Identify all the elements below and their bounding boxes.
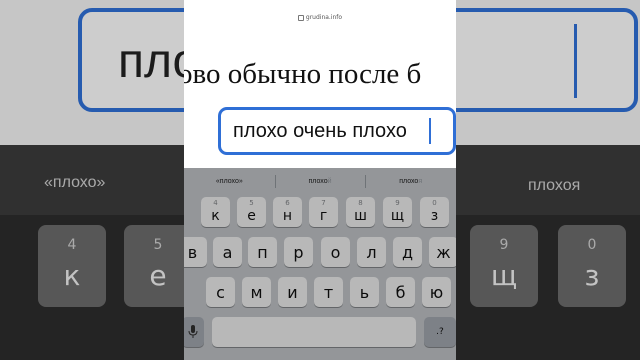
suggestion-3[interactable]: плохоя xyxy=(365,168,456,195)
keyboard-row-1: 4к 5е 6н 7г 8ш 9щ 0з xyxy=(184,197,456,227)
key[interactable]: 7г xyxy=(309,197,338,227)
key[interactable]: т xyxy=(314,277,343,307)
key[interactable]: с xyxy=(206,277,235,307)
key[interactable]: л xyxy=(357,237,386,267)
lock-icon xyxy=(297,14,304,21)
microphone-icon xyxy=(188,325,198,338)
space-bar[interactable] xyxy=(212,317,416,347)
key[interactable]: р xyxy=(284,237,313,267)
key[interactable]: ь xyxy=(350,277,379,307)
suggestion-bar: «плохо» плохой плохоя xyxy=(184,168,456,195)
suggestion-2[interactable]: плохой xyxy=(274,168,366,195)
key[interactable]: м xyxy=(242,277,271,307)
key[interactable]: о xyxy=(321,237,350,267)
keyboard-row-3: с м и т ь б ю xyxy=(184,277,456,307)
text-input-field[interactable]: плохо очень плохо xyxy=(218,107,456,155)
on-screen-keyboard: «плохо» плохой плохоя 4к 5е 6н 7г 8ш 9щ … xyxy=(184,168,456,360)
key[interactable]: ж xyxy=(429,237,456,267)
key[interactable]: а xyxy=(213,237,242,267)
key[interactable]: 8ш xyxy=(346,197,375,227)
suggestion-1[interactable]: «плохо» xyxy=(184,168,275,195)
phone-screen: grudina.info ово обычно после б плохо оч… xyxy=(184,0,456,360)
address-bar[interactable]: grudina.info xyxy=(184,0,456,26)
url-domain: grudina.info xyxy=(305,14,343,21)
text-caret xyxy=(429,118,431,144)
key[interactable]: 6н xyxy=(273,197,302,227)
input-value: плохо очень плохо xyxy=(233,120,407,142)
key[interactable]: и xyxy=(278,277,307,307)
key[interactable]: 4к xyxy=(201,197,230,227)
keyboard-row-4: .? xyxy=(184,317,456,347)
key[interactable]: 0з xyxy=(420,197,449,227)
key[interactable]: б xyxy=(386,277,415,307)
key[interactable]: 9щ xyxy=(383,197,412,227)
key[interactable]: в xyxy=(184,237,207,267)
punctuation-key[interactable]: .? xyxy=(424,317,456,347)
page-body-text: ово обычно после б xyxy=(184,58,422,90)
microphone-key[interactable] xyxy=(184,317,204,347)
key[interactable]: д xyxy=(393,237,422,267)
key[interactable]: ю xyxy=(422,277,451,307)
keyboard-row-2: в а п р о л д ж xyxy=(184,237,456,267)
key[interactable]: п xyxy=(248,237,277,267)
key[interactable]: 5е xyxy=(237,197,266,227)
